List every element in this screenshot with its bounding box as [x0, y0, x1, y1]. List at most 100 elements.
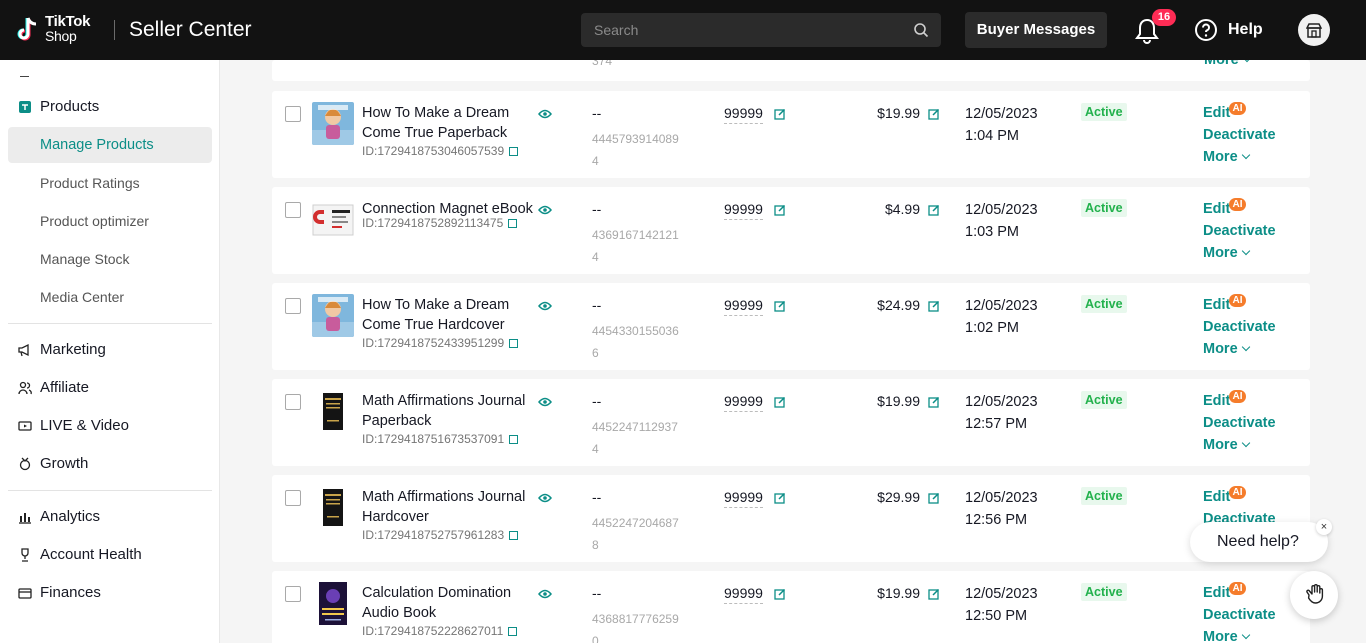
edit-stock-icon[interactable]	[774, 204, 786, 216]
product-thumbnail[interactable]	[312, 486, 354, 529]
more-actions-link[interactable]: More	[1203, 437, 1250, 453]
more-actions-link[interactable]: More	[1203, 149, 1250, 165]
ai-badge[interactable]: AI	[1229, 294, 1246, 307]
edit-link[interactable]: Edit	[1203, 585, 1230, 601]
header-divider	[114, 20, 115, 40]
row-checkbox[interactable]	[285, 490, 301, 506]
close-icon[interactable]: ×	[1316, 519, 1332, 535]
sidebar-item-analytics[interactable]: Analytics	[8, 499, 212, 535]
edit-price-icon[interactable]	[928, 396, 940, 408]
product-thumbnail[interactable]	[312, 198, 354, 241]
help-icon[interactable]	[1194, 18, 1218, 42]
search-icon[interactable]	[913, 22, 929, 38]
edit-stock-icon[interactable]	[774, 108, 786, 120]
edit-stock-icon[interactable]	[774, 300, 786, 312]
edit-link[interactable]: Edit	[1203, 297, 1230, 313]
product-name[interactable]: Calculation Domination Audio Book	[362, 583, 536, 623]
product-name[interactable]: Math Affirmations Journal Hardcover	[362, 487, 536, 527]
product-name[interactable]: How To Make a Dream Come True Hardcover	[362, 295, 536, 335]
eye-icon[interactable]	[538, 106, 552, 119]
copy-icon[interactable]	[509, 435, 519, 444]
ai-badge[interactable]: AI	[1229, 486, 1246, 499]
product-thumbnail[interactable]	[312, 582, 354, 625]
search-input[interactable]: Search	[581, 13, 941, 47]
sidebar-item-manage-stock[interactable]: Manage Stock	[8, 241, 212, 277]
buyer-messages-button[interactable]: Buyer Messages	[965, 12, 1107, 48]
product-thumbnail[interactable]	[312, 294, 354, 337]
deactivate-link[interactable]: Deactivate	[1203, 607, 1276, 623]
stock-value[interactable]: 99999	[724, 297, 763, 316]
shop-avatar[interactable]	[1298, 14, 1330, 46]
copy-icon[interactable]	[508, 219, 518, 228]
help-link[interactable]: Help	[1228, 21, 1263, 39]
stock-value[interactable]: 99999	[724, 105, 763, 124]
product-thumbnail[interactable]	[312, 390, 354, 433]
row-checkbox[interactable]	[285, 106, 301, 122]
more-actions-link[interactable]: More	[1204, 60, 1251, 68]
edit-link[interactable]: Edit	[1203, 489, 1230, 505]
edit-link[interactable]: Edit	[1203, 105, 1230, 121]
chevron-down-icon	[1241, 630, 1250, 640]
more-actions-link[interactable]: More	[1203, 341, 1250, 357]
deactivate-link[interactable]: Deactivate	[1203, 127, 1276, 143]
ai-badge[interactable]: AI	[1229, 102, 1246, 115]
row-checkbox[interactable]	[285, 586, 301, 602]
eye-icon[interactable]	[538, 586, 552, 599]
sidebar-item-affiliate[interactable]: Affiliate	[8, 370, 212, 406]
sidebar-item-product-ratings[interactable]: Product Ratings	[8, 165, 212, 201]
edit-price-icon[interactable]	[928, 108, 940, 120]
ai-badge[interactable]: AI	[1229, 390, 1246, 403]
sidebar-item-growth[interactable]: Growth	[8, 446, 212, 482]
stock-value[interactable]: 99999	[724, 489, 763, 508]
deactivate-link[interactable]: Deactivate	[1203, 319, 1276, 335]
deactivate-link[interactable]: Deactivate	[1203, 415, 1276, 431]
more-actions-link[interactable]: More	[1203, 629, 1250, 643]
row-checkbox[interactable]	[285, 202, 301, 218]
sidebar-item-media-center[interactable]: Media Center	[8, 279, 212, 315]
more-actions-link[interactable]: More	[1203, 245, 1250, 261]
eye-icon[interactable]	[538, 298, 552, 311]
status-badge: Active	[1081, 583, 1127, 601]
sidebar-item-products[interactable]: Products	[8, 89, 212, 125]
eye-icon[interactable]	[538, 202, 552, 215]
product-id: ID:1729418752757961283	[362, 528, 519, 542]
copy-icon[interactable]	[509, 339, 519, 348]
ai-badge[interactable]: AI	[1229, 198, 1246, 211]
edit-link[interactable]: Edit	[1203, 201, 1230, 217]
sidebar-item-live-video[interactable]: LIVE & Video	[8, 408, 212, 444]
sidebar-item-manage-products[interactable]: Manage Products	[8, 127, 212, 163]
tiktok-shop-logo[interactable]: TikTok Shop	[16, 14, 96, 46]
sidebar-item-account-health[interactable]: Account Health	[8, 537, 212, 573]
help-chat-button[interactable]	[1290, 571, 1338, 619]
copy-icon[interactable]	[509, 531, 519, 540]
row-checkbox[interactable]	[285, 298, 301, 314]
copy-icon[interactable]	[509, 147, 519, 156]
edit-stock-icon[interactable]	[774, 396, 786, 408]
updated-date: 12/05/2023 12:57 PM	[965, 394, 1038, 432]
table-row: Math Affirmations Journal Paperback ID:1…	[272, 379, 1310, 466]
product-name[interactable]: How To Make a Dream Come True Paperback	[362, 103, 536, 143]
sidebar-item-finances[interactable]: Finances	[8, 575, 212, 611]
edit-price-icon[interactable]	[928, 588, 940, 600]
row-checkbox[interactable]	[285, 394, 301, 410]
waving-hand-icon	[1306, 584, 1324, 604]
need-help-bubble[interactable]: Need help? ×	[1190, 519, 1332, 562]
edit-stock-icon[interactable]	[774, 588, 786, 600]
edit-stock-icon[interactable]	[774, 492, 786, 504]
sidebar-item-product-optimizer[interactable]: Product optimizer	[8, 203, 212, 239]
edit-price-icon[interactable]	[928, 300, 940, 312]
stock-value[interactable]: 99999	[724, 393, 763, 412]
deactivate-link[interactable]: Deactivate	[1203, 223, 1276, 239]
copy-icon[interactable]	[508, 627, 518, 636]
ai-badge[interactable]: AI	[1229, 582, 1246, 595]
eye-icon[interactable]	[538, 394, 552, 407]
stock-value[interactable]: 99999	[724, 585, 763, 604]
eye-icon[interactable]	[538, 490, 552, 503]
sidebar-item-marketing[interactable]: Marketing	[8, 332, 212, 368]
product-thumbnail[interactable]	[312, 102, 354, 145]
edit-price-icon[interactable]	[928, 492, 940, 504]
edit-link[interactable]: Edit	[1203, 393, 1230, 409]
product-name[interactable]: Math Affirmations Journal Paperback	[362, 391, 536, 431]
edit-price-icon[interactable]	[928, 204, 940, 216]
stock-value[interactable]: 99999	[724, 201, 763, 220]
